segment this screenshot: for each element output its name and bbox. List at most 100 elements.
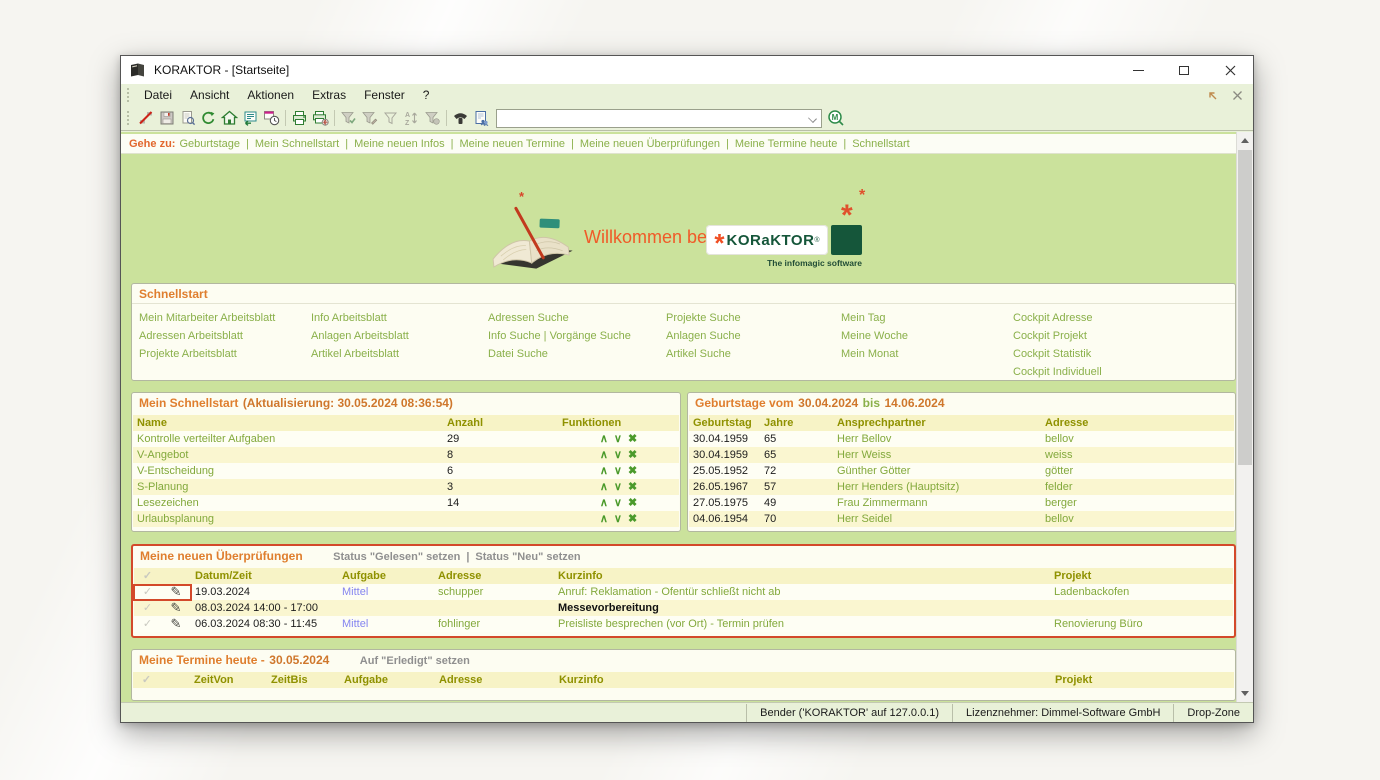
link-anlagen-suche[interactable]: Anlagen Suche <box>666 327 841 345</box>
pencil-icon[interactable]: ✎ <box>161 600 191 616</box>
action-erledigt-setzen[interactable]: Auf "Erledigt" setzen <box>360 655 470 667</box>
cell-name[interactable]: Lesezeichen <box>133 495 443 511</box>
move-up-icon[interactable]: ∧ <box>600 513 608 525</box>
mdi-close-icon[interactable] <box>1232 90 1243 101</box>
scroll-up-button[interactable] <box>1237 132 1253 149</box>
home-icon[interactable] <box>219 108 240 128</box>
pencil-icon[interactable]: ✎ <box>161 616 191 632</box>
link-cockpit-statistik[interactable]: Cockpit Statistik <box>1013 345 1235 363</box>
table-row[interactable]: Urlaubsplanung ∧ ∨ ✖ <box>133 511 679 527</box>
link-meine-woche[interactable]: Meine Woche <box>841 327 1013 345</box>
cell-projekt[interactable]: Ladenbackofen <box>1050 584 1233 600</box>
link-info-vorgaenge-suche[interactable]: Info Suche | Vorgänge Suche <box>488 327 666 345</box>
print-icon[interactable] <box>289 108 310 128</box>
cell-ansprechpartner[interactable]: Herr Seidel <box>833 511 1041 527</box>
goto-link-schnellstart[interactable]: Schnellstart <box>852 138 909 150</box>
cell-ansprechpartner[interactable]: Frau Zimmermann <box>833 495 1041 511</box>
goto-link-geburtstage[interactable]: Geburtstage <box>179 138 254 150</box>
table-row[interactable]: 04.06.1954 70 Herr Seidel bellov <box>689 511 1234 527</box>
table-row[interactable]: ✓ ✎ 08.03.2024 14:00 - 17:00 Messevorber… <box>134 600 1233 616</box>
cell-name[interactable]: V-Angebot <box>133 447 443 463</box>
cell-aufgabe[interactable]: Mittel <box>338 616 434 632</box>
table-row[interactable]: S-Planung 3 ∧∨✖ <box>133 479 679 495</box>
menu-extras[interactable]: Extras <box>303 84 355 106</box>
delete-icon[interactable]: ✖ <box>628 497 637 509</box>
table-row[interactable]: ✓ ✎ 19.03.2024 Mittel schupper Anruf: Re… <box>134 584 1233 600</box>
cell-adresse[interactable]: bellov <box>1041 431 1234 447</box>
cell-name[interactable]: Urlaubsplanung <box>133 511 443 527</box>
cell-adresse[interactable]: fohlinger <box>434 616 554 632</box>
link-cockpit-individuell[interactable]: Cockpit Individuell <box>1013 363 1235 381</box>
move-down-icon[interactable]: ∨ <box>614 433 622 445</box>
filter-icon[interactable] <box>380 108 401 128</box>
link-projekte-suche[interactable]: Projekte Suche <box>666 309 841 327</box>
menu-ansicht[interactable]: Ansicht <box>181 84 238 106</box>
move-down-icon[interactable]: ∨ <box>614 465 622 477</box>
link-datei-suche[interactable]: Datei Suche <box>488 345 666 363</box>
link-artikel-arbeitsblatt[interactable]: Artikel Arbeitsblatt <box>311 345 488 363</box>
move-down-icon[interactable]: ∨ <box>614 513 622 525</box>
cell-aufgabe[interactable]: Mittel <box>338 584 434 600</box>
move-up-icon[interactable]: ∧ <box>600 497 608 509</box>
menu-datei[interactable]: Datei <box>135 84 181 106</box>
move-down-icon[interactable]: ∨ <box>614 497 622 509</box>
phone-icon[interactable] <box>450 108 471 128</box>
cell-ansprechpartner[interactable]: Herr Weiss <box>833 447 1041 463</box>
table-row[interactable]: ✓ ✎ 06.03.2024 08:30 - 11:45 Mittel fohl… <box>134 616 1233 632</box>
table-row[interactable]: V-Entscheidung 6 ∧∨✖ <box>133 463 679 479</box>
cell-name[interactable]: Kontrolle verteilter Aufgaben <box>133 431 443 447</box>
cell-adresse[interactable]: felder <box>1041 479 1234 495</box>
table-row[interactable]: V-Angebot 8 ∧∨✖ <box>133 447 679 463</box>
save-icon[interactable] <box>156 108 177 128</box>
close-button[interactable] <box>1207 56 1253 84</box>
table-row[interactable]: Lesezeichen 14 ∧∨✖ <box>133 495 679 511</box>
cell-ansprechpartner[interactable]: Herr Bellov <box>833 431 1041 447</box>
move-up-icon[interactable]: ∧ <box>600 465 608 477</box>
table-row[interactable]: Kontrolle verteilter Aufgaben 29 ∧∨✖ <box>133 431 679 447</box>
scrollbar-thumb[interactable] <box>1238 150 1252 465</box>
window-clock-icon[interactable] <box>261 108 282 128</box>
minimize-button[interactable] <box>1115 56 1161 84</box>
maximize-button[interactable] <box>1161 56 1207 84</box>
note-back-icon[interactable] <box>240 108 261 128</box>
cell-name[interactable]: V-Entscheidung <box>133 463 443 479</box>
link-projekte-arbeitsblatt[interactable]: Projekte Arbeitsblatt <box>139 345 311 363</box>
cell-kurzinfo[interactable]: Anruf: Reklamation - Ofentür schließt ni… <box>554 584 1050 600</box>
delete-icon[interactable]: ✖ <box>628 513 637 525</box>
disconnect-icon[interactable] <box>135 108 156 128</box>
filter-edit-icon[interactable] <box>359 108 380 128</box>
move-up-icon[interactable]: ∧ <box>600 449 608 461</box>
sort-az-icon[interactable]: AZ <box>401 108 422 128</box>
filter-check-icon[interactable] <box>338 108 359 128</box>
filter-clear-icon[interactable] <box>422 108 443 128</box>
link-mein-mitarbeiter-arbeitsblatt[interactable]: Mein Mitarbeiter Arbeitsblatt <box>139 309 311 327</box>
link-artikel-suche[interactable]: Artikel Suche <box>666 345 841 363</box>
menu-hilfe[interactable]: ? <box>414 84 439 106</box>
cell-adresse[interactable]: schupper <box>434 584 554 600</box>
cell-ansprechpartner[interactable]: Herr Henders (Hauptsitz) <box>833 479 1041 495</box>
link-mein-monat[interactable]: Mein Monat <box>841 345 1013 363</box>
delete-icon[interactable]: ✖ <box>628 433 637 445</box>
table-row[interactable]: 26.05.1967 57 Herr Henders (Hauptsitz) f… <box>689 479 1234 495</box>
action-status-gelesen[interactable]: Status "Gelesen" setzen <box>333 551 475 563</box>
preview-icon[interactable] <box>177 108 198 128</box>
goto-link-mein-schnellstart[interactable]: Mein Schnellstart <box>255 138 354 150</box>
link-info-arbeitsblatt[interactable]: Info Arbeitsblatt <box>311 309 488 327</box>
cell-adresse[interactable]: berger <box>1041 495 1234 511</box>
action-status-neu[interactable]: Status "Neu" setzen <box>475 551 580 563</box>
cell-adresse[interactable]: weiss <box>1041 447 1234 463</box>
scroll-down-button[interactable] <box>1237 685 1253 702</box>
refresh-icon[interactable] <box>198 108 219 128</box>
goto-link-neue-infos[interactable]: Meine neuen Infos <box>354 138 459 150</box>
vertical-scrollbar[interactable] <box>1236 132 1253 702</box>
move-up-icon[interactable]: ∧ <box>600 481 608 493</box>
cell-projekt[interactable]: Renovierung Büro <box>1050 616 1233 632</box>
print-remote-icon[interactable] <box>310 108 331 128</box>
link-cockpit-adresse[interactable]: Cockpit Adresse <box>1013 309 1235 327</box>
move-up-icon[interactable]: ∧ <box>600 433 608 445</box>
menu-aktionen[interactable]: Aktionen <box>238 84 303 106</box>
link-adressen-arbeitsblatt[interactable]: Adressen Arbeitsblatt <box>139 327 311 345</box>
check-icon[interactable]: ✓ <box>134 616 161 632</box>
table-row[interactable]: 25.05.1952 72 Günther Götter götter <box>689 463 1234 479</box>
link-anlagen-arbeitsblatt[interactable]: Anlagen Arbeitsblatt <box>311 327 488 345</box>
